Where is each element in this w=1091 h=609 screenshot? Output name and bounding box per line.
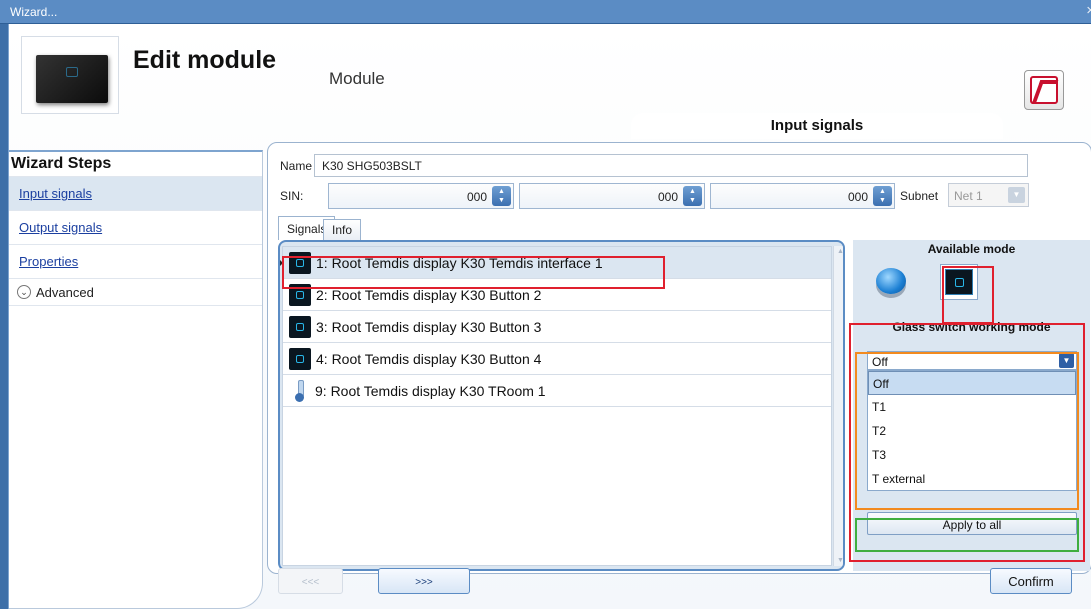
- sidebar-item-properties[interactable]: Properties: [9, 244, 262, 278]
- tab-info[interactable]: Info: [323, 219, 362, 240]
- signal-label: 9: Root Temdis display K30 TRoom 1: [315, 382, 546, 399]
- button-icon: [289, 347, 311, 370]
- wizard-steps-sidebar: Wizard Steps Input signals Output signal…: [9, 150, 263, 609]
- name-label: Name: [280, 159, 313, 173]
- subnet-value: Net 1: [954, 189, 983, 203]
- pdf-icon[interactable]: [1024, 70, 1064, 110]
- window-titlebar: Wizard... ×: [0, 0, 1091, 24]
- spinner-icon[interactable]: ▲ ▼: [492, 186, 511, 206]
- spinner-icon[interactable]: ▲ ▼: [873, 186, 892, 206]
- list-item[interactable]: 4: Root Temdis display K30 Button 4: [283, 343, 831, 375]
- scroll-up-icon[interactable]: ▲: [837, 248, 843, 255]
- close-icon[interactable]: ×: [1086, 2, 1091, 19]
- name-field[interactable]: K30 SHG503BSLT: [314, 154, 1028, 177]
- sin-field-1[interactable]: 000 ▲ ▼: [328, 183, 514, 209]
- window-title: Wizard...: [10, 5, 58, 19]
- highlight-mode-button: [942, 266, 994, 324]
- sin-label: SIN:: [280, 189, 304, 203]
- highlight-apply-button: [855, 518, 1079, 552]
- sin-value-1: 000: [466, 190, 487, 204]
- signals-list-panel: 1: Root Temdis display K30 Temdis interf…: [278, 240, 845, 571]
- next-button[interactable]: >>>: [378, 568, 470, 594]
- sidebar-item-input-signals[interactable]: Input signals: [9, 176, 262, 210]
- list-scrollbar[interactable]: ▲ ▼: [833, 246, 843, 566]
- previous-button[interactable]: <<<: [278, 568, 343, 594]
- sin-field-3[interactable]: 000 ▲ ▼: [710, 183, 895, 209]
- spinner-icon[interactable]: ▲ ▼: [683, 186, 702, 206]
- chevron-down-icon: ▼: [1008, 187, 1025, 203]
- confirm-button[interactable]: Confirm: [990, 568, 1072, 594]
- scroll-down-icon[interactable]: ▼: [837, 557, 843, 564]
- signals-list: 1: Root Temdis display K30 Temdis interf…: [280, 246, 832, 566]
- highlight-mode-dropdown: [855, 352, 1079, 510]
- wizard-steps-title: Wizard Steps: [11, 155, 112, 172]
- list-item[interactable]: 3: Root Temdis display K30 Button 3: [283, 311, 831, 343]
- advanced-toggle[interactable]: ⌄ Advanced: [9, 278, 262, 306]
- page-title: Edit module: [133, 46, 277, 74]
- sin-value-3: 000: [847, 190, 868, 204]
- sin-value-2: 000: [657, 190, 678, 204]
- sin-field-2[interactable]: 000 ▲ ▼: [519, 183, 705, 209]
- chevron-down-icon: ⌄: [17, 285, 31, 299]
- sidebar-item-output-signals[interactable]: Output signals: [9, 210, 262, 244]
- advanced-label: Advanced: [36, 284, 94, 300]
- module-thumbnail: [21, 36, 119, 114]
- signal-label: 4: Root Temdis display K30 Button 4: [316, 350, 542, 367]
- section-tab-header: Input signals: [631, 113, 1003, 139]
- thermometer-icon: [294, 379, 306, 402]
- available-mode-title: Available mode: [927, 242, 1016, 256]
- list-item[interactable]: 9: Root Temdis display K30 TRoom 1: [283, 375, 831, 407]
- page-subtitle: Module: [329, 69, 385, 88]
- signal-label: 3: Root Temdis display K30 Button 3: [316, 318, 542, 335]
- highlight-signal-row: [282, 256, 665, 289]
- button-icon: [289, 315, 311, 338]
- subnet-label: Subnet: [900, 189, 939, 203]
- subnet-select[interactable]: Net 1 ▼: [948, 183, 1029, 207]
- push-button-mode-icon[interactable]: [873, 266, 909, 298]
